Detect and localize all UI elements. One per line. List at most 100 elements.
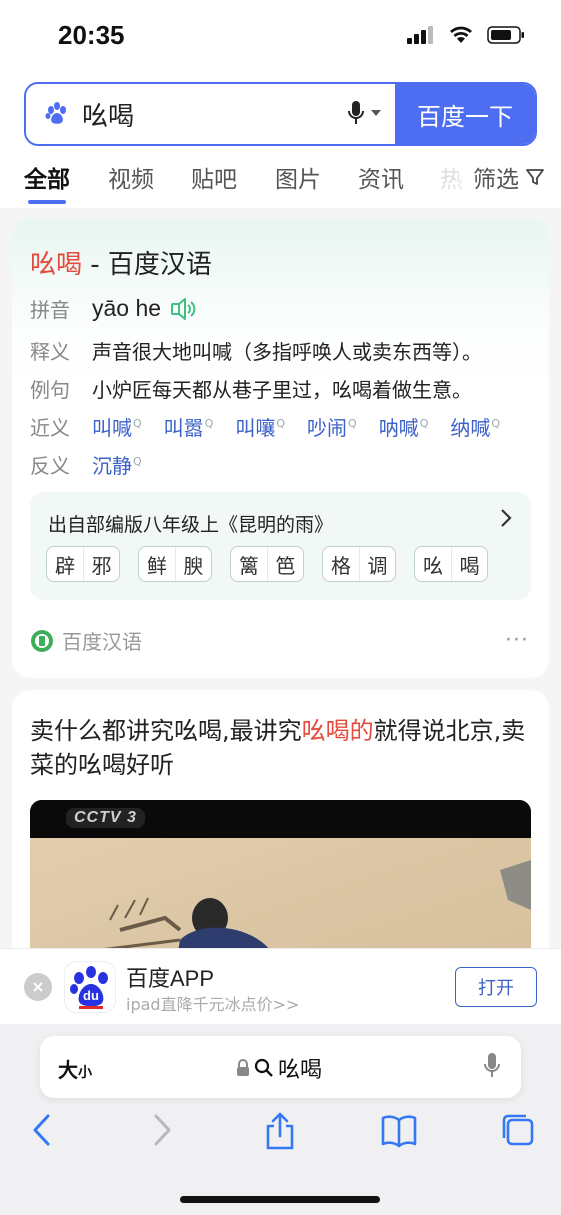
- synonym-link[interactable]: 呐喊Q: [379, 412, 429, 441]
- chip-char: 调: [359, 547, 395, 581]
- pinyin-row: 拼音 yāo he: [30, 294, 197, 323]
- source-name: 百度汉语: [62, 630, 142, 654]
- chip-char: 邪: [83, 547, 119, 581]
- wifi-icon: [450, 26, 472, 43]
- share-icon[interactable]: [264, 1112, 296, 1152]
- synonym-link[interactable]: 吵闹Q: [307, 412, 357, 441]
- title-highlight: 吆喝的: [301, 717, 374, 745]
- text-size-small: 小: [78, 1065, 92, 1081]
- browser-toolbar: [0, 1112, 561, 1160]
- speaker-icon[interactable]: [171, 297, 197, 320]
- more-options-icon[interactable]: ···: [505, 628, 529, 653]
- word-chip[interactable]: 吆喝: [414, 546, 488, 582]
- antonyms-row: 反义 沉静Q: [30, 450, 164, 479]
- chip-char: 喝: [451, 547, 487, 581]
- text-size-button[interactable]: 大小: [58, 1054, 92, 1083]
- dictation-button[interactable]: [483, 1052, 501, 1084]
- chevron-right-icon: [499, 508, 513, 534]
- search-input[interactable]: 吆喝: [26, 84, 395, 144]
- tab-all[interactable]: 全部: [24, 160, 70, 208]
- word-chip[interactable]: 辟邪: [46, 546, 120, 582]
- source-footer[interactable]: 百度汉语: [30, 626, 142, 655]
- voice-search-button[interactable]: [347, 100, 381, 126]
- search-mini-icon: Q: [419, 417, 429, 431]
- filter-funnel-icon: [526, 169, 544, 185]
- tab-images[interactable]: 图片: [275, 160, 321, 208]
- tab-news[interactable]: 资讯: [358, 160, 404, 208]
- filter-button[interactable]: 筛选: [453, 160, 545, 194]
- source-title: 出自部编版八年级上《昆明的雨》: [48, 514, 334, 536]
- textbook-source-box[interactable]: 出自部编版八年级上《昆明的雨》 辟邪 鲜腴 篱笆 格调 吆喝: [30, 492, 531, 600]
- bookmarks-icon[interactable]: [380, 1112, 418, 1148]
- word-chip[interactable]: 格调: [322, 546, 396, 582]
- app-name: 百度APP: [126, 966, 215, 991]
- microphone-icon: [484, 1053, 500, 1077]
- search-header: 吆喝 百度一下 全部 视频 贴吧 图片 资讯 热 筛选: [0, 72, 561, 208]
- search-query-text: 吆喝: [82, 101, 135, 132]
- example-row: 例句 小炉匠每天都从巷子里过，吆喝着做生意。: [30, 374, 472, 403]
- address-bar[interactable]: 大小 吆喝: [40, 1036, 521, 1098]
- search-box: 吆喝 百度一下: [24, 82, 537, 146]
- word-chips: 辟邪 鲜腴 篱笆 格调 吆喝: [46, 546, 488, 582]
- synonym-label: 近义: [30, 416, 70, 440]
- app-icon-text: du: [83, 988, 99, 1003]
- tab-tieba[interactable]: 贴吧: [191, 160, 237, 208]
- chip-char: 辟: [55, 553, 75, 578]
- search-mini-icon: Q: [276, 417, 286, 431]
- synonym-link[interactable]: 叫嚷Q: [235, 412, 285, 441]
- chip-char: 腴: [175, 547, 211, 581]
- close-icon[interactable]: [24, 973, 52, 1001]
- status-bar: 20:35: [0, 0, 561, 72]
- antonym-link[interactable]: 沉静Q: [92, 450, 142, 479]
- meaning-row: 释义 声音很大地叫喊（多指呼唤人或卖东西等）。: [30, 336, 482, 365]
- home-indicator: [180, 1196, 380, 1203]
- address-text: 吆喝: [278, 1058, 323, 1083]
- baidu-app-icon: du: [64, 961, 116, 1013]
- title-word: 吆喝: [30, 250, 83, 280]
- chip-char: 格: [331, 553, 351, 578]
- synonym-text: 叫嚷: [235, 416, 276, 440]
- synonym-text: 呐喊: [378, 416, 419, 440]
- meaning-value: 声音很大地叫喊（多指呼唤人或卖东西等）。: [92, 340, 482, 364]
- search-mini-icon: Q: [133, 417, 142, 431]
- title-suffix: - 百度汉语: [82, 250, 212, 280]
- video-result-card[interactable]: 卖什么都讲究吆喝,最讲究吆喝的就得说北京,卖菜的吆喝好听 CCTV 3: [12, 690, 549, 990]
- search-tabs: 全部 视频 贴吧 图片 资讯 热 筛选: [0, 160, 561, 208]
- synonym-text: 纳喊: [450, 416, 491, 440]
- back-icon[interactable]: [30, 1112, 54, 1148]
- dictionary-card: 吆喝 - 百度汉语 拼音 yāo he 释义 声音很大地叫喊（多指呼唤人或卖东西…: [12, 218, 549, 678]
- search-mini-icon: Q: [348, 417, 357, 431]
- search-button[interactable]: 百度一下: [395, 84, 535, 144]
- synonym-link[interactable]: 叫嚣Q: [164, 412, 214, 441]
- synonym-text: 叫喊: [92, 416, 132, 440]
- synonyms-row: 近义 叫喊Q 叫嚣Q 叫嚷Q 吵闹Q 呐喊Q 纳喊Q: [30, 412, 522, 441]
- text-size-big: 大: [58, 1058, 78, 1082]
- app-promo-text[interactable]: ipad直降千元冰点价>>: [126, 991, 299, 1015]
- tab-video[interactable]: 视频: [108, 160, 154, 208]
- forward-icon[interactable]: [150, 1112, 174, 1148]
- tabs-icon[interactable]: [500, 1112, 536, 1148]
- synonym-link[interactable]: 纳喊Q: [450, 412, 500, 441]
- status-icons: [407, 26, 525, 44]
- app-download-banner: du 百度APP ipad直降千元冰点价>> 打开: [0, 948, 561, 1024]
- lock-icon: [237, 1059, 249, 1076]
- filter-label: 筛选: [473, 167, 519, 193]
- cellular-signal-icon: [407, 26, 433, 44]
- address-display[interactable]: 吆喝: [236, 1052, 322, 1084]
- synonym-text: 叫嚣: [163, 416, 204, 440]
- chevron-down-icon: [371, 110, 381, 116]
- browser-chrome: 大小 吆喝: [0, 1024, 561, 1215]
- antonym-label: 反义: [30, 454, 70, 478]
- meaning-label: 释义: [30, 340, 70, 364]
- word-chip[interactable]: 鲜腴: [138, 546, 212, 582]
- search-mini-icon: Q: [204, 417, 214, 431]
- open-app-button[interactable]: 打开: [455, 967, 537, 1007]
- battery-icon: [487, 26, 524, 44]
- chip-char: 吆: [423, 553, 443, 578]
- chip-char: 鲜: [147, 553, 167, 578]
- dictionary-card-title[interactable]: 吆喝 - 百度汉语: [30, 244, 212, 281]
- synonym-link[interactable]: 叫喊Q: [92, 412, 142, 441]
- search-icon: [254, 1058, 273, 1077]
- word-chip[interactable]: 篱笆: [230, 546, 304, 582]
- video-result-title[interactable]: 卖什么都讲究吆喝,最讲究吆喝的就得说北京,卖菜的吆喝好听: [30, 714, 530, 782]
